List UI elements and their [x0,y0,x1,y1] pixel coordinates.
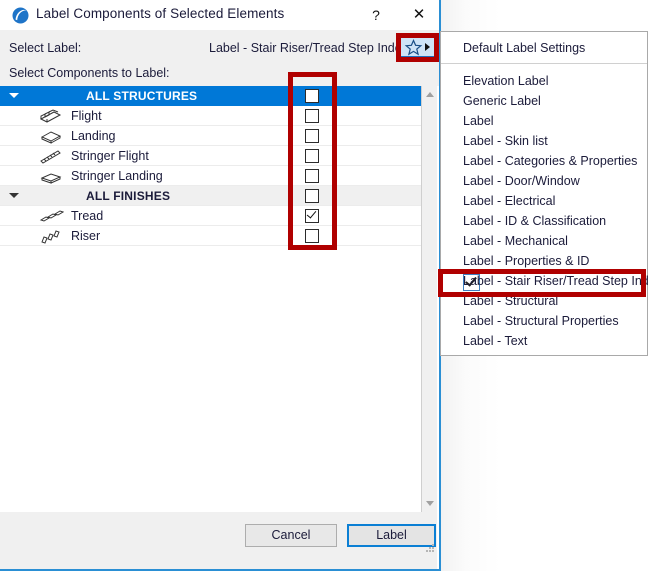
dropdown-item[interactable]: Label - Text [441,332,647,352]
dropdown-item-label: Label - Properties & ID [463,254,590,268]
dropdown-item-label: Generic Label [463,94,541,108]
dropdown-item[interactable]: Elevation Label [441,72,647,92]
components-list[interactable]: ALL STRUCTURES Flight Landing Stringer Flig… [0,86,437,512]
component-checkbox[interactable] [305,208,319,223]
flight-icon [38,108,64,124]
label-components-dialog: Label Components of Selected Elements ? … [0,0,441,571]
dropdown-item-label: Label - ID & Classification [463,214,607,228]
scroll-down-icon[interactable] [426,501,434,506]
component-row[interactable]: Landing [0,126,437,146]
help-button[interactable]: ? [364,4,388,26]
chevron-right-icon [425,43,430,51]
favorites-button[interactable] [399,36,436,58]
dialog-titlebar: Label Components of Selected Elements ? … [0,0,439,30]
dropdown-item-label: Label - Door/Window [463,174,580,188]
dialog-title: Label Components of Selected Elements [36,6,285,21]
select-label-caption: Select Label: [9,41,82,55]
dropdown-item-label: Label - Structural Properties [463,314,619,328]
cancel-button[interactable]: Cancel [245,524,337,547]
check-icon [306,208,317,219]
dropdown-item[interactable]: Label - Structural [441,292,647,312]
component-checkbox[interactable] [305,189,319,203]
select-label-value[interactable]: Label - Stair Riser/Tread Step Index [209,41,408,55]
dropdown-item-label: Label - Electrical [463,194,556,208]
star-icon [404,39,423,56]
dropdown-item-label: Label - Text [463,334,528,348]
dropdown-item-label: Label - Categories & Properties [463,154,638,168]
dropdown-item[interactable]: Label - Categories & Properties [441,152,647,172]
component-row[interactable]: Stringer Flight [0,146,437,166]
component-row[interactable]: Stringer Landing [0,166,437,186]
dialog-scrollbar[interactable] [421,86,437,512]
landing-icon [38,128,64,144]
expand-collapse-icon[interactable] [9,193,19,198]
tread-icon [38,208,65,224]
dropdown-item-list[interactable]: Elevation Label Generic Label Label Label -… [441,72,648,352]
dropdown-item[interactable]: Label - Structural Properties [441,312,647,332]
dropdown-item[interactable]: Label - Electrical [441,192,647,212]
expand-collapse-icon[interactable] [9,93,19,98]
component-label: Stringer Flight [71,149,149,163]
component-label: ALL FINISHES [86,189,171,203]
stringer-landing-icon [38,168,64,184]
dropdown-item[interactable]: Label - Properties & ID [441,252,647,272]
component-label: Stringer Landing [71,169,163,183]
component-checkbox[interactable] [305,149,319,163]
component-label: ALL STRUCTURES [86,89,198,103]
component-row[interactable]: Tread [0,206,437,226]
label-button[interactable]: Label [347,524,436,547]
component-label: Riser [71,229,101,243]
component-checkbox[interactable] [305,229,319,243]
component-label: Landing [71,129,116,143]
component-row[interactable]: ALL FINISHES [0,186,437,206]
archicad-icon [12,7,29,24]
component-row[interactable]: Riser [0,226,437,246]
dropdown-header-label: Default Label Settings [463,41,586,55]
dropdown-item[interactable]: Generic Label [441,92,647,112]
dropdown-item[interactable]: Label - Stair Riser/Tread Step Index [441,272,648,292]
dropdown-header: Default Label Settings [441,32,647,64]
resize-grip[interactable] [426,544,435,553]
dropdown-item[interactable]: Label [441,112,647,132]
dropdown-item-label: Label - Skin list [463,134,548,148]
component-checkbox[interactable] [305,169,319,183]
component-label: Tread [71,209,104,223]
select-components-caption: Select Components to Label: [9,66,170,80]
dropdown-item-label: Label - Stair Riser/Tread Step Index [463,274,648,288]
default-label-settings-menu[interactable]: Default Label Settings Elevation Label Ge… [440,31,648,356]
component-row[interactable]: Flight [0,106,437,126]
component-label: Flight [71,109,102,123]
component-checkbox[interactable] [305,129,319,143]
dropdown-item[interactable]: Label - Door/Window [441,172,647,192]
component-checkbox[interactable] [305,89,319,103]
dropdown-item[interactable]: Label - Mechanical [441,232,647,252]
stringer-flight-icon [38,148,64,164]
dropdown-item-label: Label - Mechanical [463,234,568,248]
close-icon[interactable]: ✕ [406,4,432,26]
component-checkbox[interactable] [305,109,319,123]
dropdown-item-label: Label - Structural [463,294,559,308]
riser-icon [38,228,64,244]
dialog-footer: Cancel Label [0,512,437,569]
scroll-up-icon[interactable] [426,92,434,97]
component-row[interactable]: ALL STRUCTURES [0,86,437,106]
dropdown-item[interactable]: Label - Skin list [441,132,647,152]
dropdown-item-label: Elevation Label [463,74,549,88]
dropdown-item-label: Label [463,114,494,128]
dropdown-item[interactable]: Label - ID & Classification [441,212,647,232]
